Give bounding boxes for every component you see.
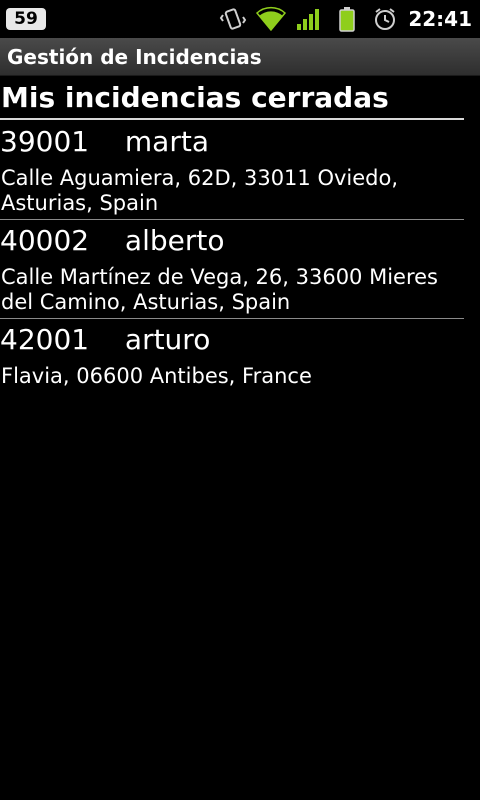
incident-list: 39001 marta Calle Aguamiera, 62D, 33011 … bbox=[0, 121, 480, 418]
incident-user: marta bbox=[124, 125, 209, 158]
status-icons: 22:41 bbox=[210, 5, 472, 33]
incident-user: arturo bbox=[124, 323, 211, 356]
status-bar: 59 22:41 bbox=[0, 0, 480, 38]
incident-user: alberto bbox=[124, 224, 225, 257]
page-title: Mis incidencias cerradas bbox=[1, 81, 389, 114]
incident-address: Flavia, 06600 Antibes, France bbox=[1, 364, 312, 388]
incident-id: 40002 bbox=[0, 224, 90, 257]
notification-area[interactable]: 59 bbox=[6, 8, 46, 30]
wifi-icon bbox=[256, 5, 287, 33]
battery-icon bbox=[332, 5, 362, 33]
signal-icon bbox=[294, 5, 324, 33]
notification-count-badge[interactable]: 59 bbox=[6, 8, 46, 30]
incident-id: 39001 bbox=[0, 125, 90, 158]
list-item[interactable]: 39001 marta Calle Aguamiera, 62D, 33011 … bbox=[0, 121, 464, 220]
app-title: Gestión de Incidencias bbox=[7, 45, 262, 69]
incident-address: Calle Aguamiera, 62D, 33011 Oviedo, Astu… bbox=[1, 166, 399, 215]
heading-divider bbox=[0, 118, 464, 120]
list-item[interactable]: 40002 alberto Calle Martínez de Vega, 26… bbox=[0, 220, 464, 319]
incident-address: Calle Martínez de Vega, 26, 33600 Mieres… bbox=[1, 265, 439, 314]
alarm-icon bbox=[370, 5, 400, 33]
app-title-bar: Gestión de Incidencias bbox=[0, 38, 480, 76]
incident-id: 42001 bbox=[0, 323, 90, 356]
list-item[interactable]: 42001 arturo Flavia, 06600 Antibes, Fran… bbox=[0, 319, 464, 418]
vibrate-icon bbox=[218, 5, 248, 33]
status-clock: 22:41 bbox=[408, 7, 472, 31]
